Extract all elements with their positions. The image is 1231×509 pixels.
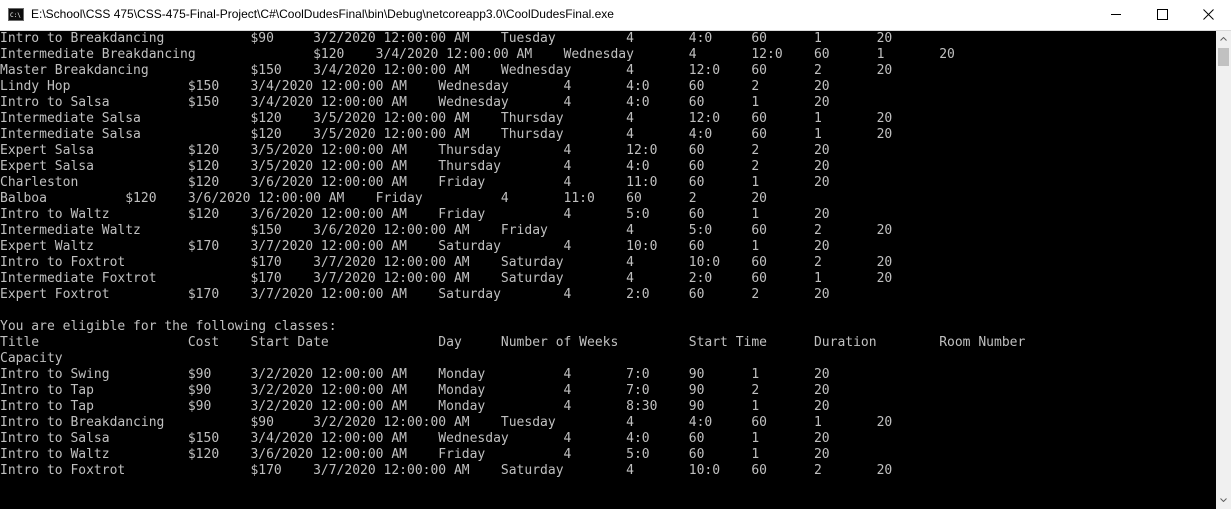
console-line: You are eligible for the following class… [0, 319, 337, 334]
console-line: Intro to Breakdancing $90 3/2/2020 12:00… [0, 31, 893, 46]
console-line: Expert Salsa $120 3/5/2020 12:00:00 AM T… [0, 159, 830, 174]
minimize-button[interactable] [1094, 0, 1140, 30]
svg-text:C:\: C:\ [10, 12, 21, 19]
console-line: Intermediate Foxtrot $170 3/7/2020 12:00… [0, 271, 893, 286]
console-line: Intermediate Salsa $120 3/5/2020 12:00:0… [0, 127, 893, 142]
console-line: Expert Waltz $170 3/7/2020 12:00:00 AM S… [0, 239, 830, 254]
console-line: Intermediate Breakdancing $120 3/4/2020 … [0, 47, 955, 62]
close-button[interactable] [1186, 0, 1231, 30]
console-line: Charleston $120 3/6/2020 12:00:00 AM Fri… [0, 175, 830, 190]
console-line: Expert Salsa $120 3/5/2020 12:00:00 AM T… [0, 143, 830, 158]
console-window: C:\ E:\School\CSS 475\CSS-475-Final-Proj… [0, 0, 1231, 509]
console-output[interactable]: Intro to Breakdancing $90 3/2/2020 12:00… [0, 31, 1216, 509]
scroll-up-button[interactable] [1216, 31, 1231, 48]
console-app-icon[interactable]: C:\ [8, 8, 24, 21]
console-line: Intro to Foxtrot $170 3/7/2020 12:00:00 … [0, 255, 893, 270]
vertical-scrollbar[interactable] [1216, 31, 1231, 509]
console-line: Intro to Foxtrot $170 3/7/2020 12:00:00 … [0, 463, 893, 478]
console-line: Lindy Hop $150 3/4/2020 12:00:00 AM Wedn… [0, 79, 830, 94]
title-bar[interactable]: C:\ E:\School\CSS 475\CSS-475-Final-Proj… [0, 0, 1231, 31]
minimize-icon [1111, 14, 1121, 15]
console-line: Intro to Salsa $150 3/4/2020 12:00:00 AM… [0, 431, 830, 446]
scroll-up-arrow-icon [1220, 37, 1227, 41]
console-line: Intro to Swing $90 3/2/2020 12:00:00 AM … [0, 367, 830, 382]
console-text: Intro to Breakdancing $90 3/2/2020 12:00… [0, 31, 1025, 479]
console-line: Intro to Waltz $120 3/6/2020 12:00:00 AM… [0, 207, 830, 222]
console-line: Intro to Salsa $150 3/4/2020 12:00:00 AM… [0, 95, 830, 110]
window-title: E:\School\CSS 475\CSS-475-Final-Project\… [31, 7, 614, 21]
scroll-thumb[interactable] [1218, 48, 1229, 66]
console-line: Balboa $120 3/6/2020 12:00:00 AM Friday … [0, 191, 768, 206]
maximize-icon [1157, 9, 1168, 20]
console-line: Title Cost Start Date Day Number of Week… [0, 335, 1026, 350]
close-icon [1203, 9, 1214, 20]
console-line: Intro to Breakdancing $90 3/2/2020 12:00… [0, 415, 893, 430]
console-line: Intro to Tap $90 3/2/2020 12:00:00 AM Mo… [0, 399, 830, 414]
console-line: Master Breakdancing $150 3/4/2020 12:00:… [0, 63, 893, 78]
scroll-down-arrow-icon [1220, 498, 1227, 502]
scroll-down-button[interactable] [1216, 492, 1231, 509]
maximize-button[interactable] [1140, 0, 1186, 30]
console-line: Intermediate Salsa $120 3/5/2020 12:00:0… [0, 111, 893, 126]
console-line: Expert Foxtrot $170 3/7/2020 12:00:00 AM… [0, 287, 830, 302]
console-line: Intro to Waltz $120 3/6/2020 12:00:00 AM… [0, 447, 830, 462]
console-line: Capacity [0, 351, 63, 366]
console-line: Intermediate Waltz $150 3/6/2020 12:00:0… [0, 223, 893, 238]
console-line: Intro to Tap $90 3/2/2020 12:00:00 AM Mo… [0, 383, 830, 398]
